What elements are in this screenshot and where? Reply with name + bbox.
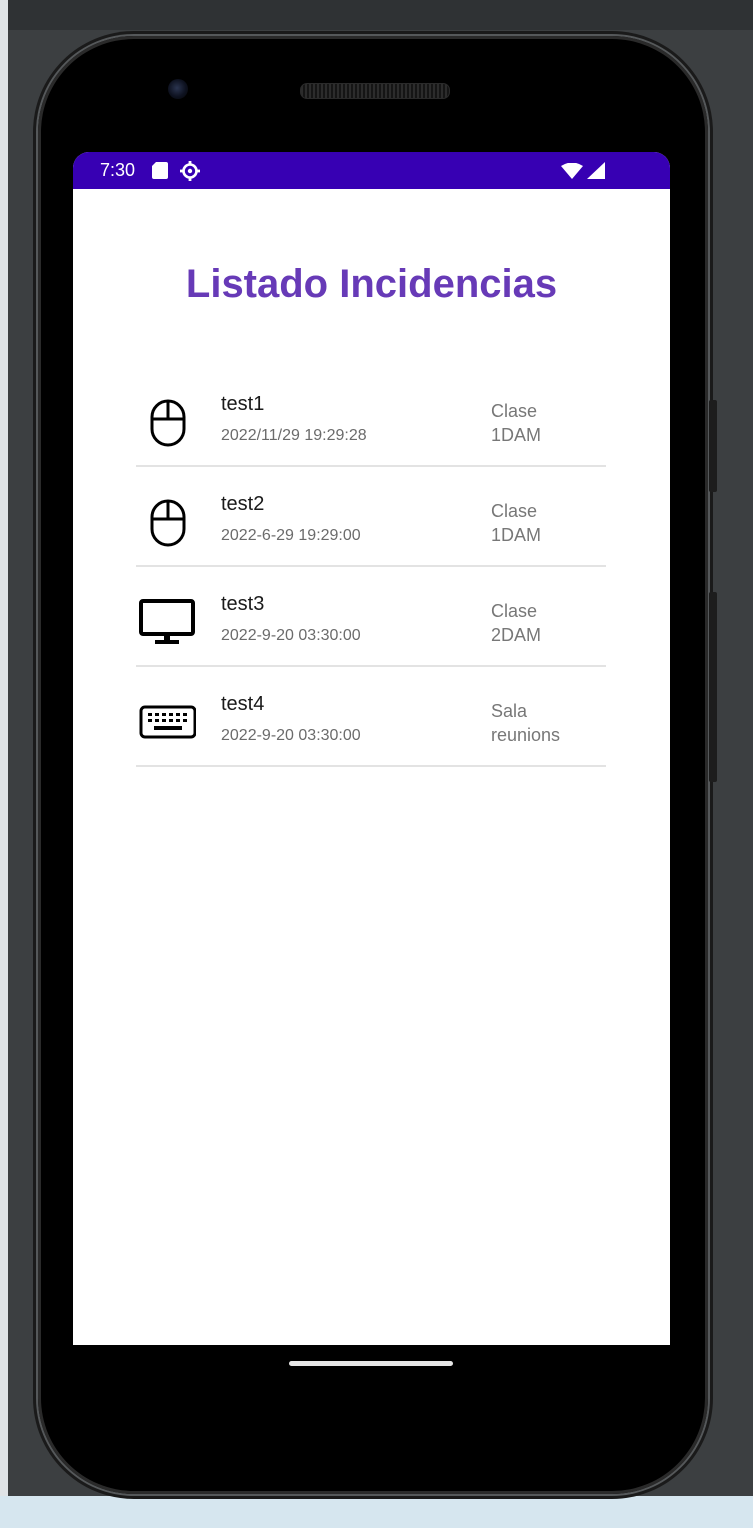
incident-location: Sala reunions	[491, 699, 601, 747]
app-screen: 7:30 Listado Incidencias test1 2022/11/2…	[73, 152, 670, 1345]
location-line: Clase	[491, 401, 538, 421]
keyboard-icon	[139, 705, 196, 739]
location-line: Clase	[491, 501, 538, 521]
ide-background-left	[0, 0, 8, 1528]
incident-location: Clase 1DAM	[491, 499, 601, 547]
incident-date: 2022-9-20 03:30:00	[221, 627, 361, 644]
incident-location: Clase 1DAM	[491, 399, 601, 447]
volume-button[interactable]	[709, 592, 717, 782]
sd-card-icon	[152, 162, 168, 179]
cell-signal-icon	[587, 162, 605, 179]
list-item[interactable]: test3 2022-9-20 03:30:00 Clase 2DAM	[136, 567, 606, 667]
location-line: 1DAM	[491, 425, 542, 445]
list-item[interactable]: test1 2022/11/29 19:29:28 Clase 1DAM	[136, 367, 606, 467]
incident-name: test4	[221, 693, 265, 715]
mouse-icon	[150, 399, 186, 447]
earpiece-speaker	[300, 83, 450, 99]
emulator-bottom-area	[0, 1496, 753, 1528]
location-line: reunions	[491, 725, 561, 745]
incident-name: test1	[221, 393, 265, 415]
power-button[interactable]	[709, 400, 717, 492]
incident-date: 2022-6-29 19:29:00	[221, 527, 361, 544]
location-line: Clase	[491, 601, 538, 621]
location-line: Sala	[491, 701, 528, 721]
mouse-icon	[150, 499, 186, 547]
status-bar: 7:30	[73, 152, 670, 189]
gear-icon	[180, 161, 200, 181]
incident-name: test2	[221, 493, 265, 515]
incident-list: test1 2022/11/29 19:29:28 Clase 1DAM tes…	[136, 367, 606, 767]
incident-date: 2022/11/29 19:29:28	[221, 427, 367, 444]
front-camera	[168, 79, 188, 99]
gesture-nav-handle[interactable]	[289, 1361, 453, 1366]
emulator-toolbar-area	[8, 0, 753, 30]
incident-name: test3	[221, 593, 265, 615]
list-item[interactable]: test4 2022-9-20 03:30:00 Sala reunions	[136, 667, 606, 767]
list-item[interactable]: test2 2022-6-29 19:29:00 Clase 1DAM	[136, 467, 606, 567]
location-line: 2DAM	[491, 625, 542, 645]
incident-location: Clase 2DAM	[491, 599, 601, 647]
page-title: Listado Incidencias	[185, 262, 558, 306]
status-time: 7:30	[100, 160, 136, 180]
location-line: 1DAM	[491, 525, 542, 545]
incident-date: 2022-9-20 03:30:00	[221, 727, 361, 744]
wifi-icon	[561, 163, 583, 179]
monitor-icon	[139, 599, 195, 644]
